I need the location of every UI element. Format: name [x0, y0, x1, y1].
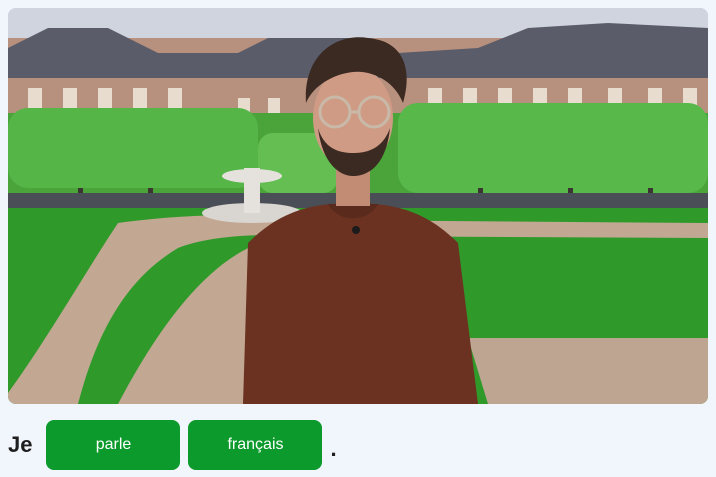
chip-label: français [227, 436, 284, 453]
answer-chip-francais[interactable]: français [188, 420, 323, 470]
sentence-row: Je parle français . [8, 418, 337, 472]
video-frame [8, 8, 708, 404]
chip-label: parle [95, 436, 132, 453]
video-thumbnail [8, 8, 708, 404]
sentence-period: . [330, 436, 337, 461]
sentence-word: Je [8, 432, 33, 457]
answer-chip-parle[interactable]: parle [46, 420, 181, 470]
